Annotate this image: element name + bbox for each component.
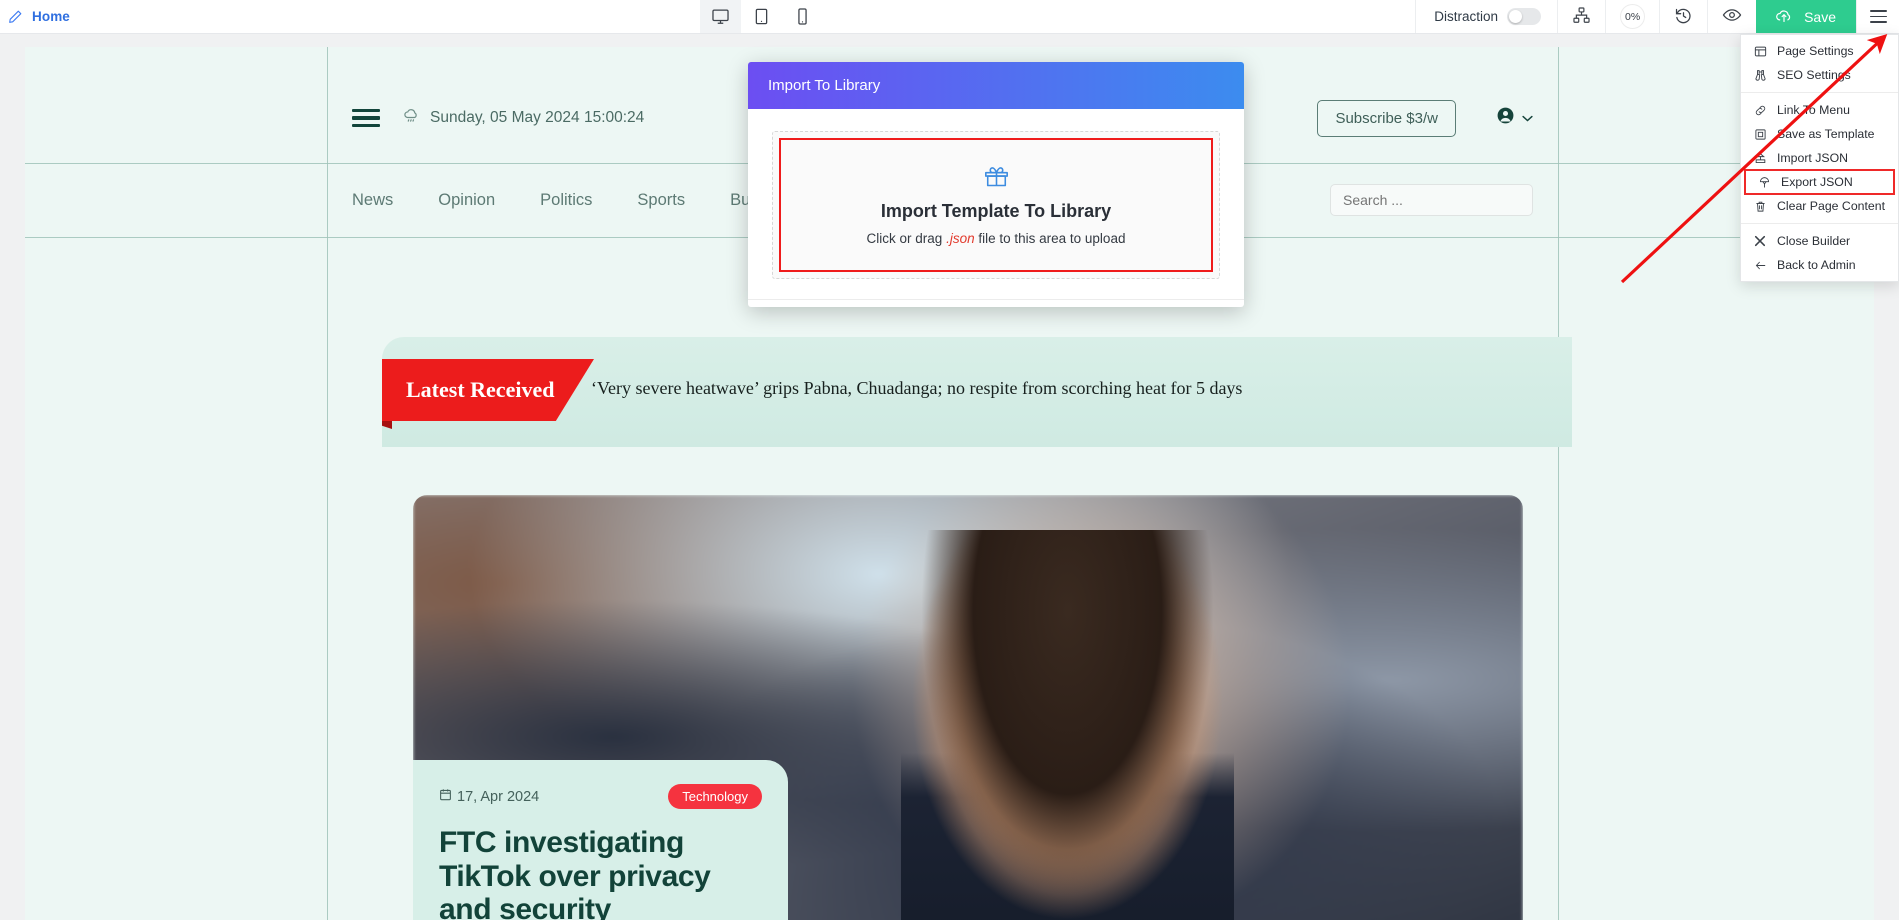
binoculars-icon — [1753, 69, 1767, 82]
gift-box-icon — [791, 162, 1201, 194]
cloud-rain-icon — [402, 106, 421, 130]
distraction-toggle-cell[interactable]: Distraction — [1415, 0, 1557, 33]
menu-label: Export JSON — [1781, 175, 1853, 189]
nav-link-sports[interactable]: Sports — [637, 191, 685, 210]
menu-item-clear-page-content[interactable]: Clear Page Content — [1741, 194, 1898, 218]
menu-separator — [1741, 92, 1898, 93]
dropzone-hint: Click or drag .json file to this area to… — [791, 231, 1201, 246]
nav-links: News Opinion Politics Sports Business — [352, 191, 797, 210]
menu-item-seo-settings[interactable]: SEO Settings — [1741, 63, 1898, 87]
menu-label: SEO Settings — [1777, 68, 1851, 82]
progress-percent: 0% — [1620, 4, 1646, 29]
user-circle-icon — [1496, 106, 1515, 130]
device-mobile-button[interactable] — [782, 0, 823, 33]
hamburger-menu-icon — [1869, 9, 1887, 24]
menu-label: Clear Page Content — [1777, 199, 1886, 213]
modal-body: Import Template To Library Click or drag… — [748, 109, 1244, 299]
page-settings-icon — [1753, 45, 1767, 58]
featured-article-meta: 17, Apr 2024 Technology — [439, 784, 762, 809]
sitemap-icon — [1572, 6, 1591, 28]
builder-toolbar: Home Distraction 0% Save Page Settings S… — [0, 0, 1899, 282]
featured-article-subject — [901, 530, 1235, 920]
menu-item-page-settings[interactable]: Page Settings — [1741, 39, 1898, 63]
dropzone-hint-filetype: .json — [946, 231, 975, 246]
site-datetime-text: Sunday, 05 May 2024 15:00:24 — [430, 109, 645, 126]
menu-item-link-to-menu[interactable]: Link To Menu — [1741, 98, 1898, 122]
pencil-icon[interactable] — [8, 9, 23, 24]
calendar-icon — [439, 788, 452, 805]
close-x-icon — [1753, 235, 1767, 247]
nav-link-opinion[interactable]: Opinion — [438, 191, 495, 210]
subscribe-button[interactable]: Subscribe $3/w — [1317, 99, 1456, 137]
history-button[interactable] — [1659, 0, 1707, 33]
device-switcher — [700, 0, 823, 33]
featured-article-date: 17, Apr 2024 — [439, 788, 539, 805]
site-datetime: Sunday, 05 May 2024 15:00:24 — [402, 106, 644, 130]
menu-separator — [1741, 223, 1898, 224]
featured-article-category-badge[interactable]: Technology — [668, 784, 762, 809]
eye-icon — [1722, 5, 1742, 28]
menu-label: Back to Admin — [1777, 258, 1856, 272]
menu-label: Link To Menu — [1777, 103, 1850, 117]
device-desktop-button[interactable] — [700, 0, 741, 33]
dropzone-title: Import Template To Library — [880, 201, 1112, 221]
featured-article-card[interactable]: 17, Apr 2024 Technology FTC investigatin… — [413, 495, 1523, 920]
menu-label: Import JSON — [1777, 151, 1849, 165]
device-tablet-button[interactable] — [741, 0, 782, 33]
dropzone-hint-after: file to this area to upload — [978, 231, 1126, 246]
dropzone-outer[interactable]: Import Template To Library Click or drag… — [772, 131, 1220, 279]
menu-label: Close Builder — [1777, 234, 1851, 248]
menu-label: Save as Template — [1777, 127, 1875, 141]
save-button[interactable]: Save — [1756, 0, 1856, 33]
structure-button[interactable] — [1557, 0, 1605, 33]
menu-item-save-as-template[interactable]: Save as Template — [1741, 122, 1898, 146]
cloud-upload-icon — [1773, 6, 1795, 28]
toggle-knob — [1509, 10, 1523, 23]
search-input[interactable] — [1343, 192, 1520, 208]
menu-item-back-to-admin[interactable]: Back to Admin — [1741, 253, 1898, 277]
link-icon — [1753, 104, 1767, 117]
search-box[interactable] — [1330, 184, 1533, 216]
featured-article-title[interactable]: FTC investigating TikTok over privacy an… — [439, 826, 762, 920]
arrow-left-icon — [1753, 259, 1767, 272]
account-menu[interactable] — [1496, 106, 1533, 130]
dropzone-hint-before: Click or drag — [866, 231, 943, 246]
menu-item-close-builder[interactable]: Close Builder — [1741, 229, 1898, 253]
menu-item-export-json[interactable]: Export JSON — [1744, 169, 1895, 195]
save-label: Save — [1804, 8, 1836, 25]
toolbar-right: Distraction 0% Save — [1415, 0, 1899, 33]
builder-menu-button[interactable] — [1856, 0, 1899, 33]
modal-close-button[interactable]: Close — [748, 299, 1244, 307]
modal-title: Import To Library — [768, 77, 881, 94]
history-revert-icon — [1674, 6, 1693, 28]
toolbar-left: Home — [0, 0, 700, 33]
trash-icon — [1753, 200, 1767, 213]
page-title[interactable]: Home — [32, 9, 70, 24]
nav-link-politics[interactable]: Politics — [540, 191, 592, 210]
builder-dropdown-menu[interactable]: Page Settings SEO Settings Link To Menu … — [1740, 34, 1899, 282]
progress-indicator: 0% — [1605, 0, 1659, 33]
featured-article-date-text: 17, Apr 2024 — [457, 788, 540, 805]
dropzone[interactable]: Import Template To Library Click or drag… — [779, 138, 1213, 272]
chevron-down-icon — [1522, 109, 1533, 127]
featured-article-overlay: 17, Apr 2024 Technology FTC investigatin… — [413, 760, 788, 920]
export-icon — [1757, 176, 1771, 189]
modal-header: Import To Library — [748, 62, 1244, 109]
preview-button[interactable] — [1707, 0, 1756, 33]
site-hamburger-menu-icon[interactable] — [352, 108, 380, 128]
menu-item-import-json[interactable]: Import JSON — [1741, 146, 1898, 170]
latest-received-headline[interactable]: ‘Very severe heatwave’ grips Pabna, Chua… — [591, 378, 1242, 399]
grid-line-vertical-right — [1558, 47, 1559, 920]
menu-label: Page Settings — [1777, 44, 1854, 58]
import-icon — [1753, 152, 1767, 165]
import-to-library-modal[interactable]: Import To Library Import Template To Lib… — [748, 62, 1244, 307]
distraction-label: Distraction — [1434, 9, 1499, 24]
save-template-icon — [1753, 128, 1767, 141]
distraction-toggle[interactable] — [1507, 8, 1542, 25]
nav-link-news[interactable]: News — [352, 191, 393, 210]
